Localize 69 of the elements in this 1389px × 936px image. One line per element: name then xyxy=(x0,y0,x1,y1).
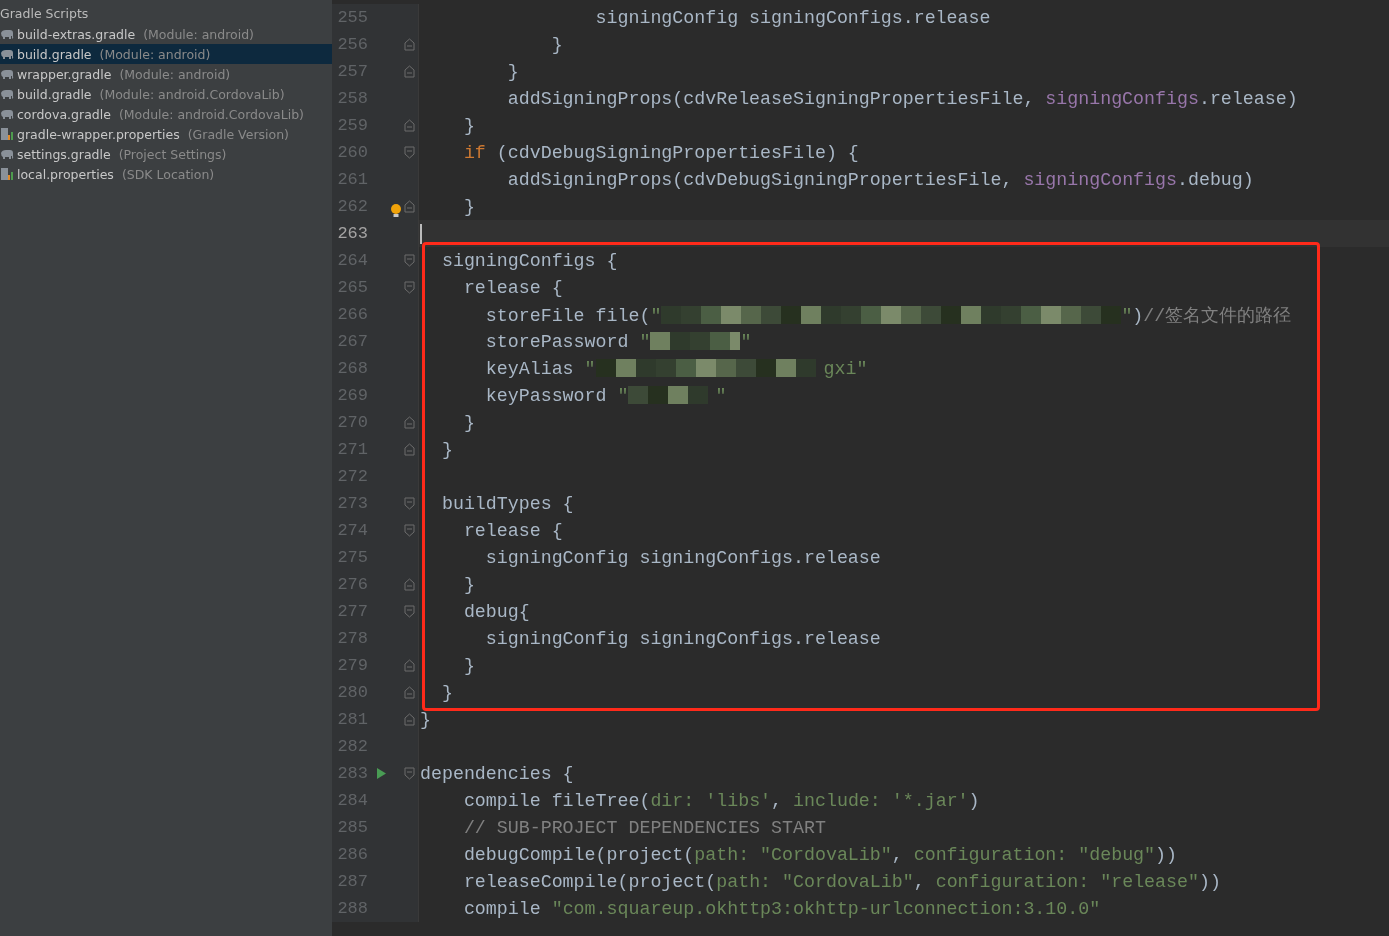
code-line: // SUB-PROJECT DEPENDENCIES START xyxy=(462,817,826,838)
fold-marker-icon[interactable] xyxy=(404,605,415,618)
fold-marker-icon[interactable] xyxy=(404,119,415,132)
elephant-icon xyxy=(0,68,14,80)
fold-marker-icon[interactable] xyxy=(404,65,415,78)
code-line: } xyxy=(440,439,453,460)
code-line: debug{ xyxy=(462,601,530,622)
fold-marker-icon[interactable] xyxy=(404,416,415,429)
code-line: addSigningProps(cdvReleaseSigningPropertiesFile, signingConfigs.release) xyxy=(506,88,1298,109)
code-line: buildTypes { xyxy=(440,493,574,514)
fold-marker-icon[interactable] xyxy=(404,497,415,510)
file-tree-item[interactable]: gradle-wrapper.properties (Gradle Version) xyxy=(0,124,332,144)
elephant-icon xyxy=(0,28,14,40)
fold-marker-icon[interactable] xyxy=(404,767,415,780)
fold-marker-icon[interactable] xyxy=(404,254,415,267)
elephant-icon xyxy=(0,108,14,120)
code-line: storePassword " " xyxy=(484,331,752,352)
code-line: keyAlias " gxi" xyxy=(484,358,868,379)
code-line: release { xyxy=(462,520,563,541)
file-tree-item[interactable]: local.properties (SDK Location) xyxy=(0,164,332,184)
code-line: signingConfig signingConfigs.release xyxy=(484,628,881,649)
fold-marker-icon[interactable] xyxy=(404,686,415,699)
file-tree-item[interactable]: wrapper.gradle (Module: android) xyxy=(0,64,332,84)
fold-marker-icon[interactable] xyxy=(404,281,415,294)
fold-marker-icon[interactable] xyxy=(404,38,415,51)
code-line: } xyxy=(550,34,563,55)
code-line: release { xyxy=(462,277,563,298)
code-line: } xyxy=(462,412,475,433)
code-line: releaseCompile(project(path: "CordovaLib", configuration: "release")) xyxy=(462,871,1221,892)
code-line: } xyxy=(462,655,475,676)
code-line: } xyxy=(462,196,475,217)
code-line: storeFile file(" ")//签名文件的路径 xyxy=(484,305,1292,327)
code-line: if (cdvDebugSigningPropertiesFile) { xyxy=(462,142,859,163)
code-line: dependencies { xyxy=(420,763,574,784)
file-tree-item[interactable]: build.gradle (Module: android) xyxy=(0,44,332,64)
elephant-icon xyxy=(0,48,14,60)
elephant-icon xyxy=(0,148,14,160)
bar-chart-icon xyxy=(0,167,14,181)
code-line: keyPassword " " xyxy=(484,385,727,406)
file-tree-item[interactable]: build.gradle (Module: android.CordovaLib) xyxy=(0,84,332,104)
code-line: } xyxy=(420,709,431,730)
fold-marker-icon[interactable] xyxy=(404,578,415,591)
fold-marker-icon[interactable] xyxy=(404,146,415,159)
code-line: } xyxy=(462,574,475,595)
code-line: signingConfig signingConfigs.release xyxy=(484,547,881,568)
file-tree-item[interactable]: settings.gradle (Project Settings) xyxy=(0,144,332,164)
code-line: } xyxy=(440,682,453,703)
file-tree-item[interactable]: build-extras.gradle (Module: android) xyxy=(0,24,332,44)
file-tree-item[interactable]: cordova.gradle (Module: android.CordovaLib) xyxy=(0,104,332,124)
fold-marker-icon[interactable] xyxy=(404,524,415,537)
code-line: } xyxy=(462,115,475,136)
code-line: signingConfig signingConfigs.release xyxy=(594,7,991,28)
code-line: debugCompile(project(path: "CordovaLib", configuration: "debug")) xyxy=(462,844,1177,865)
elephant-icon xyxy=(0,88,14,100)
fold-marker-icon[interactable] xyxy=(404,200,415,213)
fold-marker-icon[interactable] xyxy=(404,659,415,672)
code-line: addSigningProps(cdvDebugSigningPropertiesFile, signingConfigs.debug) xyxy=(506,169,1254,190)
fold-marker-icon[interactable] xyxy=(404,443,415,456)
lightbulb-icon[interactable] xyxy=(390,203,402,218)
code-line: signingConfigs { xyxy=(440,250,618,271)
code-line: } xyxy=(506,61,519,82)
line-number: 263 xyxy=(336,224,368,243)
text-caret xyxy=(420,223,422,244)
bar-chart-icon xyxy=(0,127,14,141)
code-line: compile fileTree(dir: 'libs', include: '*.jar') xyxy=(462,790,980,811)
code-line: compile "com.squareup.okhttp3:okhttp-urlconnection:3.10.0" xyxy=(462,898,1101,919)
section-header: Gradle Scripts xyxy=(0,5,89,23)
fold-marker-icon[interactable] xyxy=(404,713,415,726)
play-icon[interactable] xyxy=(375,767,387,780)
